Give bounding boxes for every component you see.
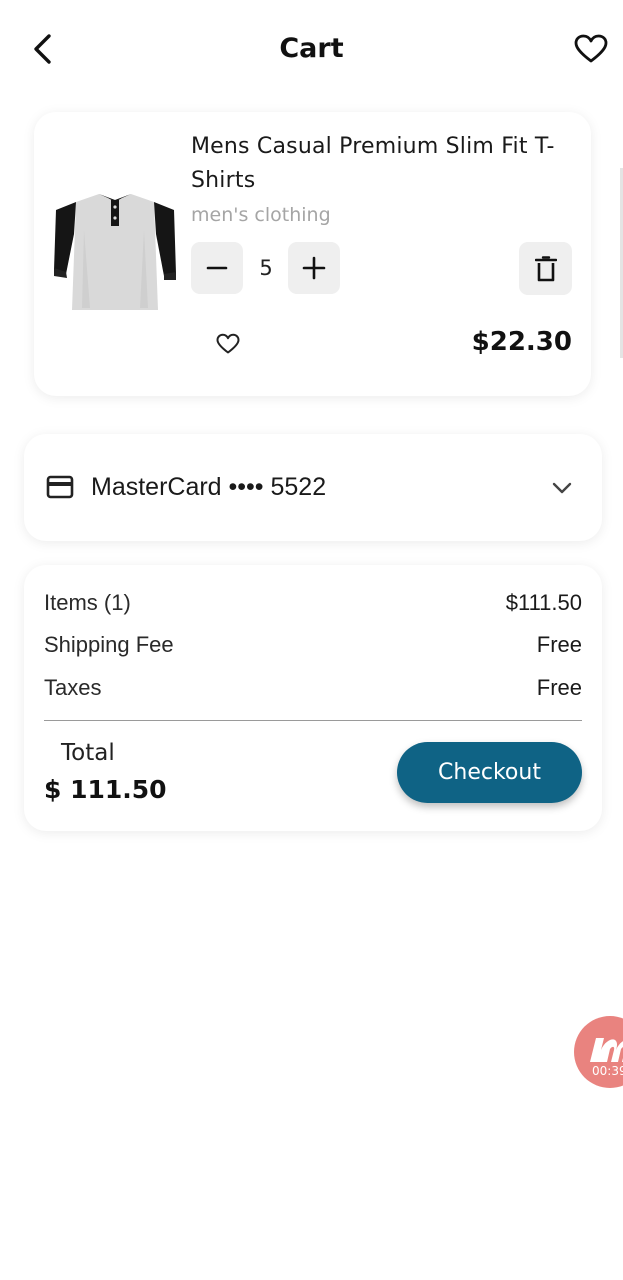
screen-recorder-bubble[interactable]: 00:39: [574, 1016, 623, 1088]
order-summary-card: Items (1) $111.50 Shipping Fee Free Taxe…: [24, 565, 602, 831]
payment-method-selector[interactable]: MasterCard •••• 5522: [24, 434, 602, 541]
decrease-quantity-button[interactable]: [191, 242, 243, 294]
quantity-value: 5: [259, 256, 273, 280]
heart-icon: [574, 34, 608, 63]
shipping-fee-label: Shipping Fee: [44, 632, 174, 657]
product-image: [54, 190, 176, 314]
credit-card-icon: [46, 474, 74, 500]
taxes-label: Taxes: [44, 675, 102, 700]
page-title: Cart: [279, 33, 344, 64]
wishlist-button[interactable]: [570, 30, 612, 68]
item-favorite-button[interactable]: [211, 327, 245, 361]
remove-item-button[interactable]: [519, 242, 572, 295]
product-name: Mens Casual Premium Slim Fit T-Shirts: [191, 134, 555, 193]
heart-icon: [216, 333, 240, 354]
items-subtotal: $111.50: [505, 590, 582, 615]
summary-divider: [44, 720, 582, 721]
items-count-label: Items (1): [44, 590, 131, 615]
increase-quantity-button[interactable]: [288, 242, 340, 294]
product-price: $22.30: [471, 327, 572, 357]
payment-method-label: MasterCard •••• 5522: [91, 473, 327, 501]
plus-icon: [302, 256, 326, 280]
recording-timer: 00:39: [592, 1064, 623, 1078]
trash-icon: [534, 255, 557, 281]
total-label: Total: [61, 740, 115, 766]
checkout-button[interactable]: Checkout: [397, 742, 582, 803]
cart-item-card: Mens Casual Premium Slim Fit T-Shirts me…: [34, 112, 591, 396]
minus-icon: [206, 266, 228, 270]
product-category: men's clothing: [191, 204, 331, 226]
shipping-fee-value: Free: [536, 632, 582, 657]
taxes-value: Free: [536, 675, 582, 700]
total-value: $ 111.50: [44, 775, 167, 804]
chevron-down-icon: [548, 474, 576, 502]
